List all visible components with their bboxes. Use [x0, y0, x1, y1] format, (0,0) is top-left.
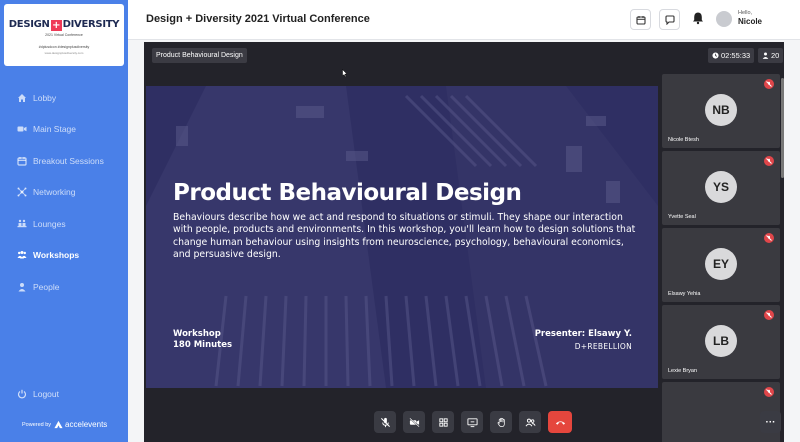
attendee-count: 20	[758, 48, 784, 63]
sidebar: DESIGN + DIVERSITY 2021 Virtual Conference…	[0, 0, 128, 442]
sidebar-item-networking[interactable]: Networking	[0, 177, 128, 209]
sidebar-item-workshops[interactable]: Workshops	[0, 240, 128, 272]
mic-muted-icon	[764, 310, 774, 320]
participant-name: Lexie Bryan	[668, 368, 698, 374]
call-controls	[374, 411, 572, 433]
person-icon	[17, 282, 27, 292]
participant-tile[interactable]: YS Yvette Seal	[662, 151, 780, 225]
screen-share-icon	[466, 417, 478, 427]
person-icon	[762, 52, 769, 59]
logo-title: DESIGN + DIVERSITY	[8, 19, 120, 31]
presenter-name: Presenter: Elsawy Y.	[534, 329, 632, 339]
attendee-count-value: 20	[771, 51, 780, 60]
mic-muted-icon	[764, 233, 774, 243]
sidebar-item-people[interactable]: People	[0, 271, 128, 303]
company-logo: D+REBELLION	[574, 342, 632, 351]
sidebar-item-label: Networking	[33, 187, 76, 198]
participant-avatar: LB	[705, 325, 737, 357]
sidebar-item-label: Lounges	[33, 218, 66, 229]
lounge-icon	[17, 219, 27, 229]
layout-button[interactable]	[432, 411, 454, 433]
mic-off-icon	[380, 417, 390, 427]
chat-button[interactable]	[659, 9, 680, 30]
greeting: Hello,	[738, 10, 753, 16]
participant-tile[interactable]: EY Elsawy Yehia	[662, 228, 780, 302]
calendar-icon	[635, 15, 646, 25]
logo-url: www.designplusdiversity.com	[44, 51, 84, 55]
participants-button[interactable]	[519, 411, 541, 433]
participant-avatar: YS	[705, 171, 737, 203]
timer-value: 02:55:33	[721, 51, 751, 60]
network-icon	[17, 187, 27, 197]
session-timer: 02:55:33	[708, 48, 755, 63]
participant-scrollbar[interactable]	[781, 78, 784, 178]
sidebar-item-label: Workshops	[33, 250, 80, 261]
video-title: Product Behavioural Design	[173, 180, 522, 206]
powered-by[interactable]: Powered by accelevents	[22, 420, 107, 429]
sidebar-item-label: Main Stage	[33, 124, 76, 135]
leave-call-button[interactable]	[548, 411, 572, 433]
logout-label: Logout	[33, 389, 59, 399]
end-call-icon	[555, 420, 565, 425]
workshop-stage: Product Behavioural Design 02:55:33 20 P…	[144, 42, 784, 442]
sidebar-item-label: People	[33, 281, 60, 292]
participant-name: Yvette Seal	[668, 214, 696, 220]
mic-muted-icon	[764, 79, 774, 89]
participant-avatar: EY	[705, 248, 737, 280]
power-icon	[17, 389, 27, 399]
notifications-bell-icon[interactable]	[691, 11, 705, 25]
calendar-icon	[17, 156, 27, 166]
page-title: Design + Diversity 2021 Virtual Conferen…	[146, 13, 370, 25]
sidebar-item-lobby[interactable]: Lobby	[0, 82, 128, 114]
session-type: Workshop 180 Minutes	[173, 329, 232, 351]
camera-off-icon	[408, 417, 420, 427]
participant-tile[interactable]: LB Lexie Bryan	[662, 305, 780, 379]
chat-icon	[664, 14, 675, 25]
accelevents-icon	[54, 420, 63, 429]
session-label: Product Behavioural Design	[152, 48, 247, 63]
raise-hand-icon	[497, 417, 505, 427]
participant-name: Nicole Btesh	[668, 137, 699, 143]
mic-muted-icon	[764, 387, 774, 397]
mic-toggle-button[interactable]	[374, 411, 396, 433]
agenda-button[interactable]	[630, 9, 651, 30]
more-options-button[interactable]: ···	[760, 411, 781, 433]
user-avatar[interactable]	[716, 11, 732, 27]
sidebar-item-main-stage[interactable]: Main Stage	[0, 114, 128, 146]
sidebar-item-breakout-sessions[interactable]: Breakout Sessions	[0, 145, 128, 177]
participant-name: Elsawy Yehia	[668, 291, 701, 297]
people-group-icon	[17, 250, 27, 260]
mouse-cursor-icon	[342, 69, 348, 77]
logo-subtitle: 2021 Virtual Conference	[45, 33, 83, 37]
more-dots-icon: ···	[765, 416, 776, 428]
video-camera-icon	[17, 124, 27, 134]
share-screen-button[interactable]	[461, 411, 483, 433]
brand-name: accelevents	[65, 420, 108, 429]
logout-button[interactable]: Logout	[17, 389, 59, 399]
participant-tile[interactable]: NB Nicole Btesh	[662, 74, 780, 148]
participant-list[interactable]: NB Nicole Btesh YS Yvette Seal EY Elsawy…	[662, 74, 780, 442]
user-name[interactable]: Nicole	[738, 17, 762, 26]
home-icon	[17, 93, 27, 103]
brand-logo: accelevents	[54, 420, 107, 429]
people-icon	[525, 418, 536, 426]
video-player[interactable]: Product Behavioural Design Behaviours de…	[146, 86, 658, 388]
raise-hand-button[interactable]	[490, 411, 512, 433]
mic-muted-icon	[764, 156, 774, 166]
clock-icon	[712, 52, 719, 59]
sidebar-item-lounges[interactable]: Lounges	[0, 208, 128, 240]
logo-hashtags: #dplusdcon #designplusdiversity	[38, 45, 90, 49]
sidebar-item-label: Lobby	[33, 92, 57, 103]
participant-avatar: NB	[705, 94, 737, 126]
session-duration: 180 Minutes	[173, 340, 233, 350]
camera-toggle-button[interactable]	[403, 411, 425, 433]
sidebar-item-label: Breakout Sessions	[33, 155, 104, 166]
session-type-label: Workshop	[173, 329, 221, 339]
event-logo[interactable]: DESIGN + DIVERSITY 2021 Virtual Conference…	[4, 4, 124, 66]
top-header: Design + Diversity 2021 Virtual Conferen…	[128, 0, 800, 40]
sidebar-nav: Lobby Main Stage Breakout Sessions Netwo…	[0, 82, 128, 303]
powered-by-label: Powered by	[22, 421, 52, 428]
grid-icon	[438, 417, 448, 427]
video-description: Behaviours describe how we act and respo…	[173, 212, 636, 261]
